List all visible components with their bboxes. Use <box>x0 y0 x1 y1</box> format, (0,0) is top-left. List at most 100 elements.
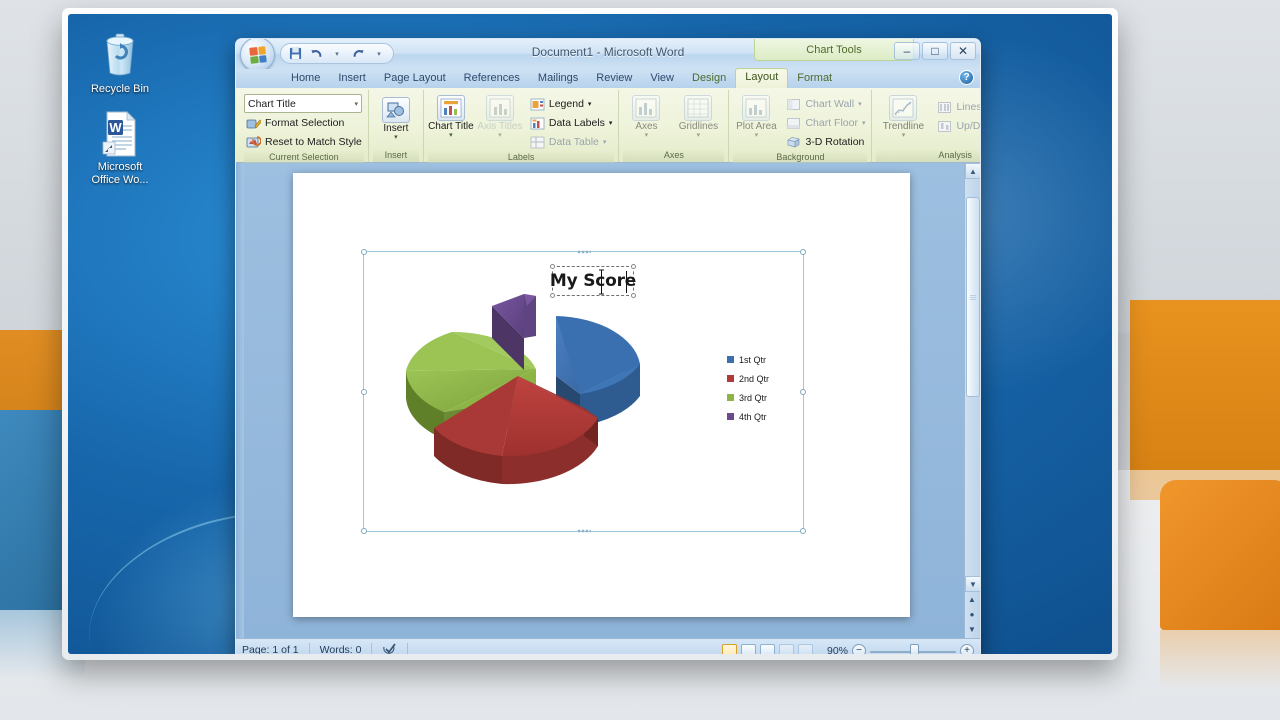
document-area: My Score 1st Qtr 2nd Qtr 3rd Qtr 4th Qtr… <box>236 163 980 638</box>
text-cursor-icon <box>598 269 605 295</box>
browse-next-button[interactable]: ▼ <box>965 622 979 636</box>
insert-shapes-button[interactable]: Insert ▾ <box>373 96 419 141</box>
lines-button[interactable]: Lines ▾ <box>935 98 980 116</box>
word-count[interactable]: Words: 0 <box>320 644 362 654</box>
tab-review[interactable]: Review <box>587 70 641 88</box>
plot-area-label: Plot Area <box>736 121 777 132</box>
data-table-button[interactable]: Data Table ▾ <box>528 133 615 151</box>
pie-chart[interactable] <box>384 276 684 501</box>
recycle-bin-icon <box>72 32 168 80</box>
zoom-in-button[interactable]: + <box>960 643 974 654</box>
title-handle-top-right[interactable] <box>631 264 636 269</box>
desktop-icon-microsoft-office-word[interactable]: W Microsoft Office Wo... <box>72 110 168 187</box>
legend-item[interactable]: 1st Qtr <box>727 350 783 369</box>
legend-button[interactable]: Legend ▾ <box>528 95 615 113</box>
chart-handle-top[interactable] <box>576 250 591 254</box>
divider <box>308 643 310 654</box>
3d-rotation-button[interactable]: 3-D Rotation <box>784 133 867 151</box>
axes-icon <box>632 95 661 121</box>
axes-label: Axes <box>635 121 658 132</box>
chart-wall-button[interactable]: Chart Wall ▾ <box>784 95 867 113</box>
gridlines-icon <box>684 95 713 121</box>
tab-layout[interactable]: Layout <box>735 68 789 88</box>
trendline-button[interactable]: Trendline ▾ <box>876 94 930 139</box>
gridlines-button[interactable]: Gridlines ▾ <box>672 94 724 139</box>
chart-title-button[interactable]: Chart Title ▾ <box>428 94 474 139</box>
legend-label: 1st Qtr <box>739 354 767 365</box>
view-outline-button[interactable] <box>778 643 794 654</box>
axes-button[interactable]: Axes ▾ <box>623 94 669 139</box>
up-down-bars-button[interactable]: Up/Down Bars ▾ <box>935 117 980 135</box>
vertical-scrollbar[interactable]: ▲ ▼ ▲ ● ▼ <box>964 163 980 638</box>
zoom-slider-handle[interactable] <box>910 643 919 654</box>
chart-title-icon <box>436 95 465 121</box>
chart-title-textbox[interactable]: My Score <box>550 264 636 298</box>
zoom-slider[interactable] <box>870 643 956 654</box>
tab-home[interactable]: Home <box>282 70 329 88</box>
ribbon-group-current-selection: Chart Title ▾ Format Selection Reset to … <box>240 90 368 164</box>
zoom-level[interactable]: 90% <box>827 645 848 655</box>
chart-handle-top-left[interactable] <box>361 249 367 255</box>
tab-page-layout[interactable]: Page Layout <box>375 70 455 88</box>
chevron-down-icon: ▾ <box>861 120 866 127</box>
chart-handle-bottom-left[interactable] <box>361 528 367 534</box>
spell-check-icon[interactable] <box>382 642 397 655</box>
view-web-layout-button[interactable] <box>759 643 775 654</box>
ribbon-group-label: Insert <box>372 149 419 162</box>
view-full-screen-reading-button[interactable] <box>740 643 756 654</box>
scrollbar-thumb[interactable] <box>966 197 980 397</box>
tab-format[interactable]: Format <box>788 70 841 88</box>
chart-handle-right[interactable] <box>800 388 806 395</box>
tab-view[interactable]: View <box>641 70 683 88</box>
tab-mailings[interactable]: Mailings <box>529 70 587 88</box>
3d-rotation-label: 3-D Rotation <box>805 136 865 148</box>
tab-design[interactable]: Design <box>683 70 735 88</box>
chart-element-combo[interactable]: Chart Title ▾ <box>244 94 362 113</box>
plot-area-button[interactable]: Plot Area ▾ <box>733 94 779 139</box>
format-selection-button[interactable]: Format Selection <box>244 114 364 132</box>
scroll-up-button[interactable]: ▲ <box>965 163 980 179</box>
ribbon: Chart Title ▾ Format Selection Reset to … <box>236 88 980 164</box>
chart-object[interactable]: My Score 1st Qtr 2nd Qtr 3rd Qtr 4th Qtr <box>361 249 806 534</box>
select-browse-object-button[interactable]: ● <box>965 607 979 621</box>
backdrop-block-right <box>1160 480 1280 630</box>
help-icon[interactable]: ? <box>959 70 974 85</box>
document-page[interactable]: My Score 1st Qtr 2nd Qtr 3rd Qtr 4th Qtr <box>293 173 910 617</box>
title-handle-bottom-right[interactable] <box>631 293 636 298</box>
chart-floor-button[interactable]: Chart Floor ▾ <box>784 114 867 132</box>
legend-item[interactable]: 4th Qtr <box>727 407 783 426</box>
tab-references[interactable]: References <box>455 70 529 88</box>
browse-previous-button[interactable]: ▲ <box>965 592 979 606</box>
legend-label: 2nd Qtr <box>739 373 770 384</box>
label-line-2: Office Wo... <box>91 174 149 186</box>
chart-title-text[interactable]: My Score <box>550 271 636 291</box>
chart-plot-area[interactable]: My Score 1st Qtr 2nd Qtr 3rd Qtr 4th Qtr <box>370 258 797 525</box>
tab-insert[interactable]: Insert <box>329 70 375 88</box>
chart-handle-bottom-right[interactable] <box>800 528 806 534</box>
scroll-down-button[interactable]: ▼ <box>965 576 980 592</box>
legend-item[interactable]: 3rd Qtr <box>727 388 783 407</box>
maximize-button[interactable]: □ <box>922 42 948 60</box>
view-print-layout-button[interactable] <box>721 643 737 654</box>
chart-floor-label: Chart Floor <box>805 117 858 129</box>
title-handle-top-left[interactable] <box>550 264 555 269</box>
page-indicator[interactable]: Page: 1 of 1 <box>242 644 299 654</box>
lines-icon <box>937 100 952 115</box>
chart-handle-top-right[interactable] <box>800 249 806 255</box>
minimize-button[interactable]: – <box>894 42 920 60</box>
close-button[interactable]: ✕ <box>950 42 976 60</box>
chart-handle-left[interactable] <box>361 388 367 395</box>
reset-to-match-style-button[interactable]: Reset to Match Style <box>244 133 364 151</box>
chevron-down-icon: ▾ <box>394 134 398 141</box>
zoom-out-button[interactable]: − <box>852 643 866 654</box>
data-labels-button[interactable]: Data Labels ▾ <box>528 114 615 132</box>
desktop-icon-recycle-bin[interactable]: Recycle Bin <box>72 32 168 96</box>
axis-titles-button[interactable]: Axis Titles ▾ <box>477 94 523 139</box>
chart-handle-bottom[interactable] <box>576 529 591 533</box>
data-labels-label: Data Labels <box>548 117 605 129</box>
view-draft-button[interactable] <box>797 643 813 654</box>
chevron-down-icon: ▾ <box>602 139 607 146</box>
legend-item[interactable]: 2nd Qtr <box>727 369 783 388</box>
title-handle-bottom-left[interactable] <box>550 293 555 298</box>
chart-legend[interactable]: 1st Qtr 2nd Qtr 3rd Qtr 4th Qtr <box>727 350 783 426</box>
